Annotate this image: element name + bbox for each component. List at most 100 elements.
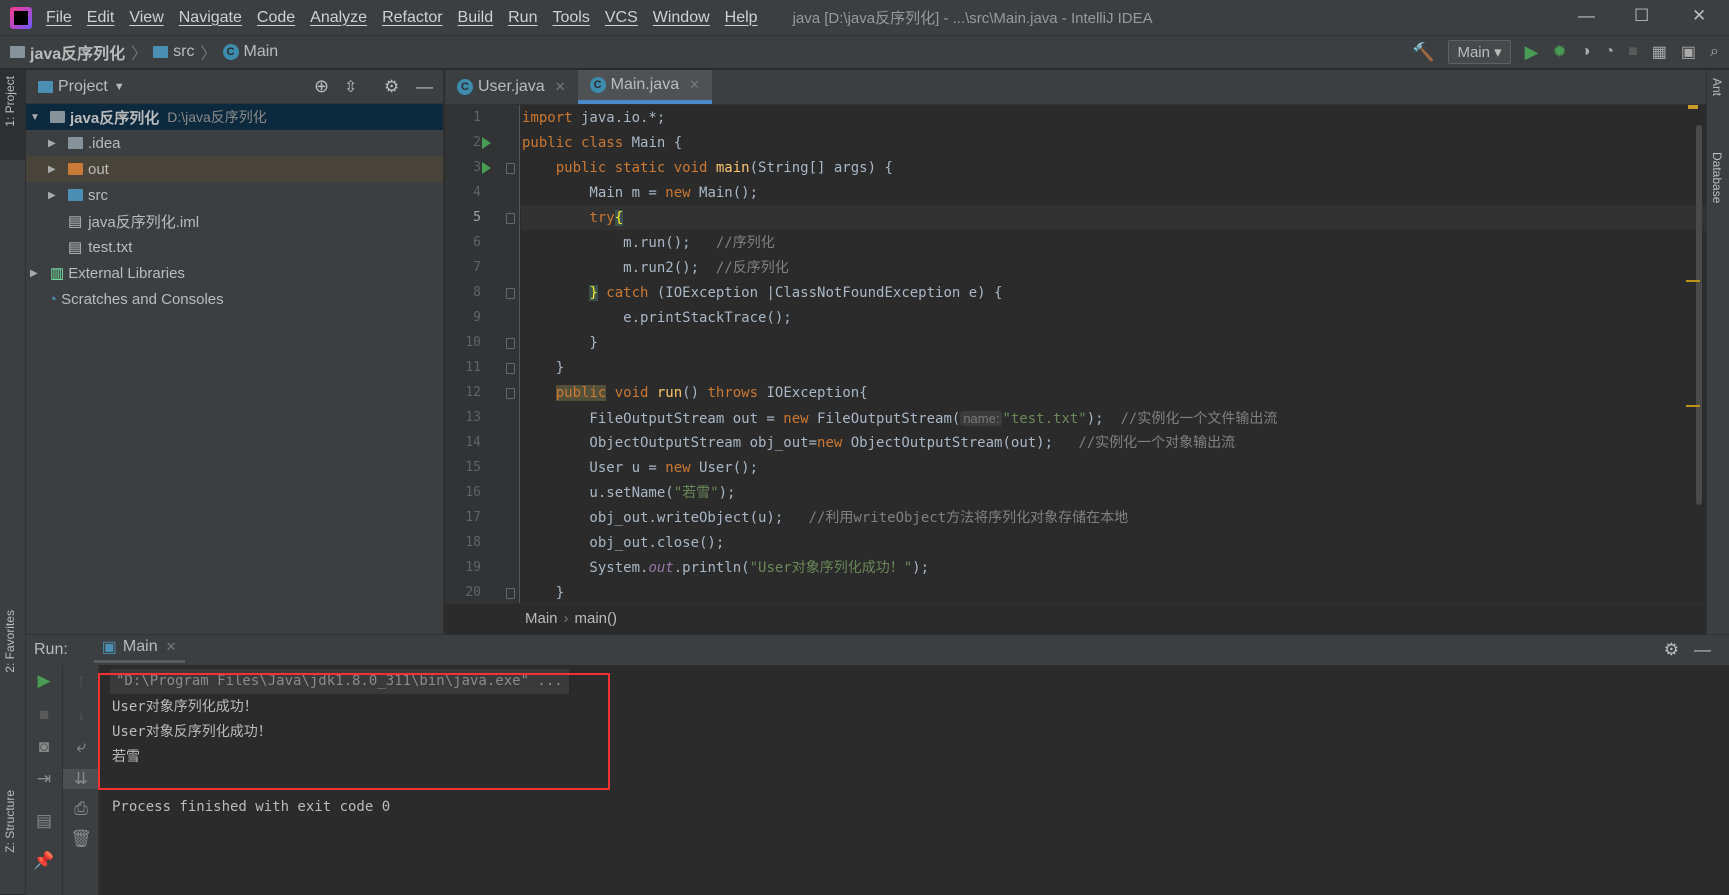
project-view-select[interactable]: Project	[58, 78, 108, 96]
editor-breadcrumb-method[interactable]: main()	[575, 610, 618, 627]
layout-icon[interactable]: ▤	[26, 811, 62, 831]
project-structure-icon[interactable]: ▦	[1652, 42, 1667, 62]
breadcrumb-src[interactable]: src	[173, 43, 194, 61]
trash-icon[interactable]: 🗑	[63, 829, 99, 849]
run-icon[interactable]: ▶	[1525, 42, 1539, 63]
profile-icon[interactable]: ◔	[1604, 43, 1614, 61]
fold-icon[interactable]	[506, 338, 515, 349]
tab-user-java[interactable]: C User.java ✕	[445, 70, 578, 104]
chevron-down-icon[interactable]: ▼	[114, 81, 125, 93]
restore-layout-icon[interactable]: ⇥	[26, 769, 62, 789]
tree-item-src[interactable]: ▶ src	[26, 182, 443, 208]
code-token: ()	[682, 385, 708, 401]
close-tab-icon[interactable]: ✕	[166, 639, 177, 655]
run-gutter-icon[interactable]	[482, 137, 491, 149]
menu-navigate[interactable]: Navigate	[179, 9, 242, 27]
code-line: User u = new User();	[522, 456, 758, 481]
expanded-arrow-icon[interactable]: ▼	[30, 112, 44, 123]
line-number: 1	[473, 110, 481, 125]
camera-icon[interactable]: ◙	[26, 737, 62, 757]
line-number: 3	[473, 160, 481, 175]
tree-item-test-txt[interactable]: ▤ test.txt	[26, 234, 443, 260]
up-arrow-icon[interactable]: ↑	[63, 671, 99, 691]
breadcrumb-project[interactable]: java反序列化	[30, 40, 125, 64]
editor-breadcrumb-class[interactable]: Main	[525, 610, 558, 627]
coverage-icon[interactable]: ◑	[1581, 43, 1591, 61]
gear-icon[interactable]: ⚙	[1664, 640, 1679, 660]
collapsed-arrow-icon[interactable]: ▶	[48, 190, 62, 201]
build-hammer-icon[interactable]: 🔨	[1412, 42, 1434, 63]
tree-item-scratches[interactable]: ◔ Scratches and Consoles	[26, 286, 443, 312]
ant-tool-tab[interactable]: Ant	[1710, 78, 1724, 96]
stop-icon[interactable]: ■	[26, 705, 62, 725]
stop-icon[interactable]: ■	[1628, 43, 1638, 61]
tree-item-external-libraries[interactable]: ▶ ▥ External Libraries	[26, 260, 443, 286]
fold-icon[interactable]	[506, 588, 515, 599]
project-tool-tab[interactable]: 1: Project	[3, 76, 17, 127]
warning-stripe[interactable]	[1686, 280, 1700, 282]
menu-run[interactable]: Run	[508, 9, 537, 27]
breadcrumb-main[interactable]: Main	[244, 43, 279, 61]
debug-bug-icon[interactable]: ✹	[1553, 42, 1567, 62]
hide-icon[interactable]: —	[416, 77, 433, 97]
warning-marker-icon[interactable]	[1688, 105, 1698, 109]
collapsed-arrow-icon[interactable]: ▶	[30, 268, 44, 279]
collapsed-arrow-icon[interactable]: ▶	[48, 138, 62, 149]
collapsed-arrow-icon[interactable]: ▶	[48, 164, 62, 175]
print-icon[interactable]: ⎙	[63, 799, 99, 819]
tree-item-iml[interactable]: ▤ java反序列化.iml	[26, 208, 443, 234]
down-arrow-icon[interactable]: ↓	[63, 705, 99, 725]
tab-main-java[interactable]: C Main.java ✕	[577, 70, 712, 104]
menu-analyze[interactable]: Analyze	[310, 9, 367, 27]
fold-icon[interactable]	[506, 288, 515, 299]
maximize-button[interactable]: ☐	[1634, 6, 1649, 26]
scroll-to-end-icon[interactable]: ⇊	[63, 769, 99, 789]
close-tab-icon[interactable]: ✕	[555, 79, 566, 95]
code-editor[interactable]: 1 2 3 4 5 6 7 8 9 10 11 12 13 14 15 16 17 18 19 20 import j…	[445, 105, 1706, 603]
minimize-button[interactable]: —	[1578, 6, 1595, 26]
fold-icon[interactable]	[506, 363, 515, 374]
tree-item-project-root[interactable]: ▼ java反序列化 D:\java反序列化	[26, 104, 443, 130]
fold-icon[interactable]	[506, 163, 515, 174]
line-number: 10	[465, 335, 481, 350]
code-token: "若雪"	[673, 485, 719, 501]
structure-tool-tab[interactable]: Z: Structure	[3, 790, 17, 853]
tree-item-idea[interactable]: ▶ .idea	[26, 130, 443, 156]
tree-item-out[interactable]: ▶ out	[26, 156, 443, 182]
menu-refactor[interactable]: Refactor	[382, 9, 442, 27]
fold-icon[interactable]	[506, 213, 515, 224]
line-number: 20	[465, 585, 481, 600]
scrollbar[interactable]	[1684, 105, 1702, 603]
menu-window[interactable]: Window	[653, 9, 710, 27]
favorites-tool-tab[interactable]: 2: Favorites	[3, 610, 17, 673]
menu-build[interactable]: Build	[458, 9, 494, 27]
scrollbar-thumb[interactable]	[1696, 125, 1702, 505]
console-icon: ▣	[101, 639, 117, 656]
hide-icon[interactable]: —	[1694, 640, 1711, 660]
menu-help[interactable]: Help	[725, 9, 758, 27]
close-button[interactable]: ✕	[1692, 6, 1706, 26]
menu-code[interactable]: Code	[257, 9, 295, 27]
locate-icon[interactable]: ⊕	[314, 76, 329, 97]
menu-file[interactable]: File	[46, 9, 72, 27]
gear-icon[interactable]: ⚙	[384, 77, 399, 97]
run-config-select[interactable]: Main ▾	[1448, 40, 1511, 64]
search-icon[interactable]: ⌕	[1710, 43, 1719, 61]
menu-view[interactable]: View	[129, 9, 163, 27]
fold-icon[interactable]	[506, 388, 515, 399]
close-tab-icon[interactable]: ✕	[689, 77, 700, 93]
menu-edit[interactable]: Edit	[87, 9, 115, 27]
run-tab-main[interactable]: ▣ Main ✕	[93, 637, 185, 663]
run-gutter-icon[interactable]	[482, 162, 491, 174]
code-line: ObjectOutputStream obj_out=new ObjectOut…	[522, 431, 1235, 456]
menu-vcs[interactable]: VCS	[605, 9, 638, 27]
collapse-all-icon[interactable]: ⇳	[344, 77, 357, 97]
pin-icon[interactable]: 📌	[26, 851, 62, 871]
menu-tools[interactable]: Tools	[552, 9, 589, 27]
database-tool-tab[interactable]: Database	[1710, 152, 1724, 203]
line-number: 9	[473, 310, 481, 325]
warning-stripe[interactable]	[1686, 405, 1700, 407]
terminal-icon[interactable]: ▣	[1681, 42, 1696, 62]
soft-wrap-icon[interactable]: ⤶	[63, 737, 99, 757]
rerun-icon[interactable]: ▶	[26, 671, 62, 691]
